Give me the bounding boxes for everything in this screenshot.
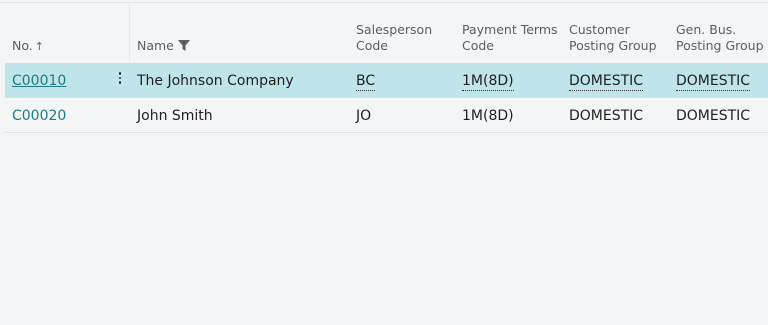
column-header-genbus-line1: Gen. Bus. [676,22,737,37]
column-header-genbus-line2: Posting Group [676,38,764,53]
column-divider [129,3,130,62]
customer-name: John Smith [137,108,213,124]
column-header-gen-bus-posting-group[interactable]: Gen. Bus. Posting Group [676,22,764,54]
gen-bus-posting-group: DOMESTIC [676,108,751,124]
table-row[interactable]: C00020 John Smith JO 1M(8D) DOMESTIC DOM… [5,98,768,133]
payment-terms-code: 1M(8D) [462,108,514,124]
column-header-customer-posting-group[interactable]: Customer Posting Group [569,22,657,54]
column-header-payterms-line1: Payment Terms [462,22,558,37]
customer-posting-group: DOMESTIC [569,108,644,124]
column-header-no[interactable]: No. ↑ [12,38,44,55]
column-header-no-label: No. [12,38,33,53]
filter-icon[interactable] [177,39,190,55]
customer-no-link[interactable]: C00020 [12,107,66,125]
customer-no-link[interactable]: C00010 [12,72,66,90]
column-header-salesperson-line1: Salesperson [356,22,433,37]
column-header-custgroup-line1: Customer [569,22,630,37]
gen-bus-posting-group[interactable]: DOMESTIC [676,72,751,91]
column-header-payment-terms-code[interactable]: Payment Terms Code [462,22,558,54]
column-header-salesperson-line2: Code [356,38,389,53]
payment-terms-code[interactable]: 1M(8D) [462,72,514,91]
column-header-salesperson-code[interactable]: Salesperson Code [356,22,432,54]
column-header-custgroup-line2: Posting Group [569,38,657,53]
salesperson-code[interactable]: BC [356,72,376,91]
table-row[interactable]: C00010 The Johnson Company BC 1M(8D) DOM… [5,63,768,97]
column-header-row: No. ↑ Name Salesperson Code Payment Terms… [0,0,768,62]
column-header-payterms-line2: Code [462,38,495,53]
column-header-name[interactable]: Name [137,38,190,55]
salesperson-code: JO [356,108,372,124]
sort-ascending-icon: ↑ [34,40,44,53]
customer-posting-group[interactable]: DOMESTIC [569,72,644,91]
customer-name: The Johnson Company [137,73,294,89]
column-header-name-label: Name [137,38,174,53]
more-options-icon[interactable] [117,70,123,90]
